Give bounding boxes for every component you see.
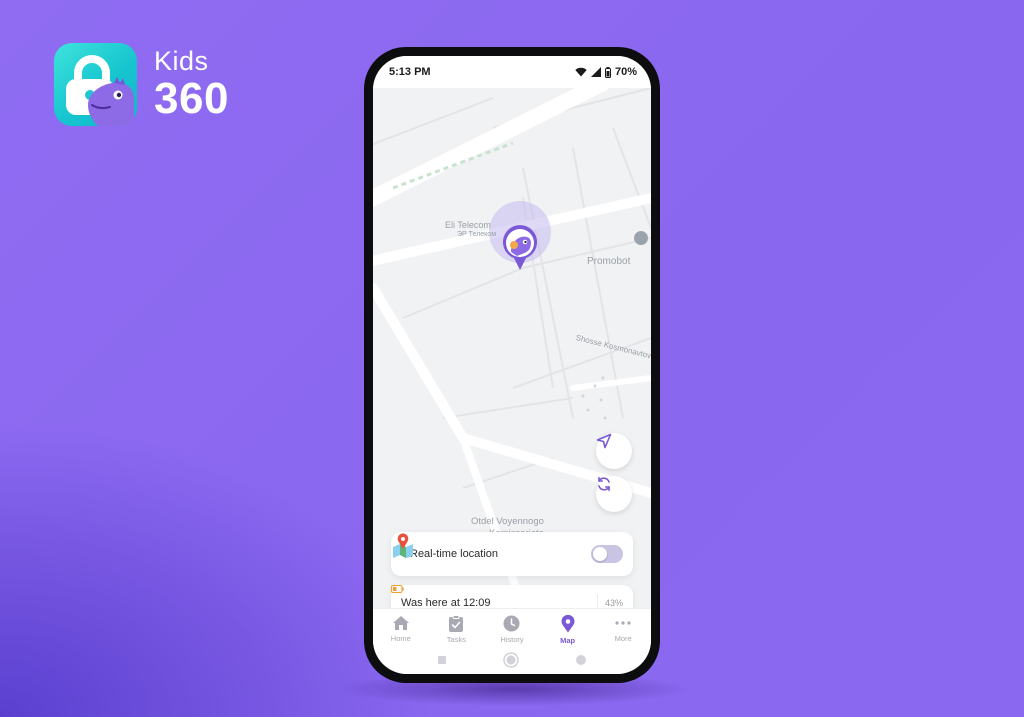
home-circle-icon[interactable] [503, 652, 519, 668]
home-icon [392, 616, 409, 630]
recents-square-icon[interactable] [437, 655, 447, 665]
tab-home-label: Home [390, 634, 411, 643]
last-seen-card: Was here at 12:09 43% [391, 585, 633, 608]
navigation-arrow-icon [596, 433, 612, 449]
wifi-icon [575, 67, 587, 77]
tab-home[interactable]: Home [375, 615, 427, 643]
tab-map[interactable]: Map [542, 615, 594, 645]
battery-icon [604, 66, 611, 78]
battery-low-icon [391, 585, 404, 593]
map-label-otdel: Otdel Voyennogo [471, 516, 544, 527]
map-label-eli: Eli Telecom [445, 220, 491, 230]
tasks-icon [449, 615, 464, 632]
tab-map-label: Map [560, 636, 576, 645]
realtime-location-toggle[interactable] [591, 545, 623, 563]
tab-tasks[interactable]: Tasks [430, 615, 482, 644]
system-navigation-bar [373, 646, 651, 674]
phone-screen: 5:13 PM 70% Eli Telecom ЭР Телеком Promo… [373, 56, 651, 674]
toggle-knob [593, 547, 607, 561]
status-battery: 70% [614, 66, 637, 78]
map-label-eli-sub: ЭР Телеком [457, 231, 497, 238]
map-view[interactable]: Eli Telecom ЭР Телеком Promobot Shosse K… [373, 88, 651, 608]
brand: Kids 360 [54, 43, 229, 126]
brand-number: 360 [154, 74, 229, 123]
last-seen-text: Was here at 12:09 [401, 596, 491, 609]
history-icon [503, 615, 520, 632]
child-location-marker[interactable] [501, 224, 539, 272]
bottom-tab-bar: Home Tasks History Map More [373, 608, 651, 646]
back-dot-icon[interactable] [575, 654, 587, 666]
refresh-location-button[interactable] [596, 476, 632, 512]
status-bar: 5:13 PM 70% [373, 56, 651, 88]
map-label-promobot: Promobot [587, 256, 631, 267]
phone-frame: 5:13 PM 70% Eli Telecom ЭР Телеком Promo… [364, 47, 660, 683]
tab-tasks-label: Tasks [446, 635, 466, 644]
app-logo-icon [54, 43, 137, 126]
tab-more-label: More [614, 634, 632, 643]
map-pin-colored-icon [393, 533, 413, 558]
status-time: 5:13 PM [389, 66, 431, 78]
realtime-location-title: Real-time location [410, 548, 499, 560]
locate-me-button[interactable] [596, 433, 632, 469]
more-icon [615, 621, 631, 625]
tab-more[interactable]: More [597, 615, 649, 643]
realtime-location-card: Real-time location [391, 532, 633, 576]
child-battery-percent: 43% [604, 597, 623, 608]
map-pin-icon [561, 615, 575, 633]
signal-icon [590, 67, 601, 77]
brand-name: Kids [154, 46, 209, 76]
tab-history[interactable]: History [486, 615, 538, 644]
refresh-icon [598, 477, 610, 491]
tab-history-label: History [500, 635, 524, 644]
